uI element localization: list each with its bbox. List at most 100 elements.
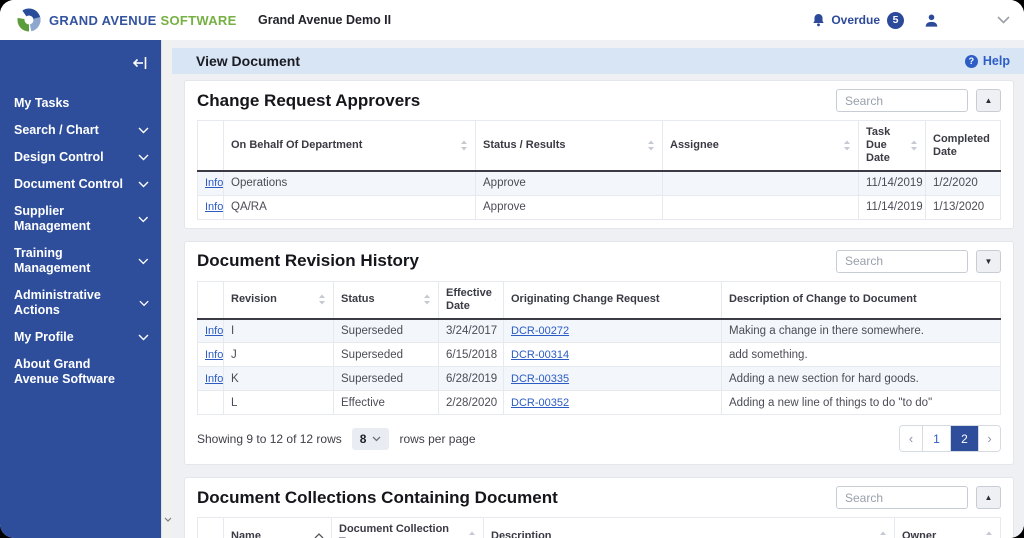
app-window: GRAND AVENUE SOFTWARE Grand Avenue Demo … <box>0 0 1024 538</box>
page-button-2[interactable]: 2 <box>950 426 978 451</box>
sidebar-item-supplier-management[interactable]: Supplier Management <box>0 198 161 240</box>
next-page-button[interactable]: › <box>978 426 1000 451</box>
table-row: Info J Superseded 6/15/2018 DCR-00314 add som… <box>197 342 1001 367</box>
info-cell: Info <box>197 342 224 367</box>
table-cell: Adding a new line of things to do "to do… <box>721 390 1001 415</box>
column-header[interactable]: Status / Results <box>475 120 663 172</box>
column-header-blank <box>197 517 224 538</box>
sort-icon <box>648 140 654 151</box>
chevron-down-icon <box>997 16 1010 24</box>
column-header[interactable]: Owner <box>894 517 1001 538</box>
help-link[interactable]: ? Help <box>964 54 1010 68</box>
info-link[interactable]: Info <box>205 201 223 213</box>
sidebar-item-about[interactable]: About Grand Avenue Software <box>0 351 161 393</box>
table-row: Info Operations Approve 11/14/2019 1/2/2020 <box>197 170 1001 196</box>
chevron-down-icon <box>138 258 149 264</box>
page-button-1[interactable]: 1 <box>922 426 950 451</box>
app-title: Grand Avenue Demo II <box>258 13 392 27</box>
column-header[interactable]: Document Collection Type <box>331 517 484 538</box>
user-account-button[interactable] <box>924 13 939 28</box>
prev-page-button[interactable]: ‹ <box>900 426 922 451</box>
sidebar-nav-list: My Tasks Search / Chart Design Control D… <box>0 90 161 393</box>
column-header[interactable]: Originating Change Request <box>503 280 722 320</box>
chevron-down-icon <box>138 154 149 161</box>
info-cell: Info <box>197 366 224 391</box>
sort-icon <box>469 531 475 538</box>
sidebar-scrollbar[interactable] <box>161 40 172 538</box>
chevron-down-icon <box>372 436 381 441</box>
section-collapse-button[interactable]: ▲ <box>976 486 1001 509</box>
column-header[interactable]: Effective Date <box>438 280 504 320</box>
rows-per-page-label: rows per page <box>399 431 476 446</box>
sidebar-item-document-control[interactable]: Document Control <box>0 171 161 198</box>
bell-icon <box>813 13 824 26</box>
sidebar-item-search-chart[interactable]: Search / Chart <box>0 117 161 144</box>
dcr-link[interactable]: DCR-00314 <box>511 349 569 361</box>
sidebar-item-administrative-actions[interactable]: Administrative Actions <box>0 282 161 324</box>
table-row: Info I Superseded 3/24/2017 DCR-00272 Making … <box>197 318 1001 343</box>
section-document-revision-history: Document Revision History ▼ Revision Sta… <box>184 240 1014 465</box>
header-right-cluster: Overdue 5 <box>811 0 1010 40</box>
sidebar-item-training-management[interactable]: Training Management <box>0 240 161 282</box>
approvers-table: On Behalf Of Department Status / Results… <box>197 120 1001 220</box>
page-size-select[interactable]: 8 <box>351 427 390 450</box>
info-cell: Info <box>197 318 224 343</box>
column-header[interactable]: On Behalf Of Department <box>223 120 476 172</box>
table-cell: J <box>223 342 334 367</box>
table-cell <box>662 170 859 196</box>
pagination-summary: Showing 9 to 12 of 12 rows <box>197 431 342 446</box>
search-input[interactable] <box>836 89 968 112</box>
logo-swirl-icon <box>17 8 41 32</box>
column-header[interactable]: Description of Change to Document <box>721 280 1001 320</box>
section-collapse-button[interactable]: ▼ <box>976 249 1001 273</box>
info-cell: Info <box>197 170 224 196</box>
column-header[interactable]: Name <box>223 517 332 538</box>
revision-history-table: Revision Status Effective Date Originati… <box>197 280 1001 415</box>
table-row: Info QA/RA Approve 11/14/2019 1/13/2020 <box>197 194 1001 220</box>
scrollbar-down-button[interactable] <box>162 512 173 526</box>
sort-icon <box>495 298 496 301</box>
column-header[interactable]: Assignee <box>662 120 859 172</box>
sort-icon <box>880 531 886 538</box>
table-cell: I <box>223 318 334 343</box>
overdue-notifications[interactable]: Overdue 5 <box>811 11 904 29</box>
info-link[interactable]: Info <box>205 177 223 189</box>
section-title: Document Collections Containing Document <box>197 487 558 507</box>
section-collapse-button[interactable]: ▲ <box>976 89 1001 112</box>
chevron-down-icon <box>138 181 149 188</box>
info-link[interactable]: Info <box>205 373 223 385</box>
sidebar-item-my-profile[interactable]: My Profile <box>0 324 161 351</box>
column-header[interactable]: Completed Date <box>925 120 1001 172</box>
collapse-left-icon <box>132 57 147 69</box>
sidebar-collapse-button[interactable] <box>132 56 148 75</box>
sort-icon <box>461 140 467 151</box>
section-title: Document Revision History <box>197 251 419 270</box>
sort-icon <box>319 294 325 305</box>
column-header[interactable]: Task Due Date <box>858 120 926 172</box>
pagination-bar: Showing 9 to 12 of 12 rows 8 rows per pa… <box>197 415 1001 456</box>
person-icon <box>925 14 938 27</box>
search-input[interactable] <box>836 249 968 273</box>
help-icon: ? <box>964 54 978 68</box>
info-link[interactable]: Info <box>205 349 223 361</box>
section-title: Change Request Approvers <box>197 90 421 110</box>
header-menu-toggle[interactable] <box>997 16 1010 24</box>
table-cell: K <box>223 366 334 391</box>
sort-icon <box>911 140 917 151</box>
column-header[interactable]: Status <box>333 280 439 320</box>
table-cell: 11/14/2019 <box>858 170 926 196</box>
chevron-down-icon <box>138 334 149 341</box>
dcr-link[interactable]: DCR-00272 <box>511 325 569 337</box>
search-input[interactable] <box>836 486 968 509</box>
info-link[interactable]: Info <box>205 325 223 337</box>
dcr-link[interactable]: DCR-00335 <box>511 373 569 385</box>
sidebar-item-design-control[interactable]: Design Control <box>0 144 161 171</box>
table-cell: Approve <box>475 194 663 220</box>
page-title: View Document <box>196 53 300 69</box>
table-cell: 1/13/2020 <box>925 194 1001 220</box>
sidebar-item-my-tasks[interactable]: My Tasks <box>0 90 161 117</box>
chevron-down-icon <box>138 216 149 222</box>
dcr-link[interactable]: DCR-00352 <box>511 397 569 409</box>
column-header[interactable]: Description <box>483 517 895 538</box>
column-header[interactable]: Revision <box>223 280 334 320</box>
